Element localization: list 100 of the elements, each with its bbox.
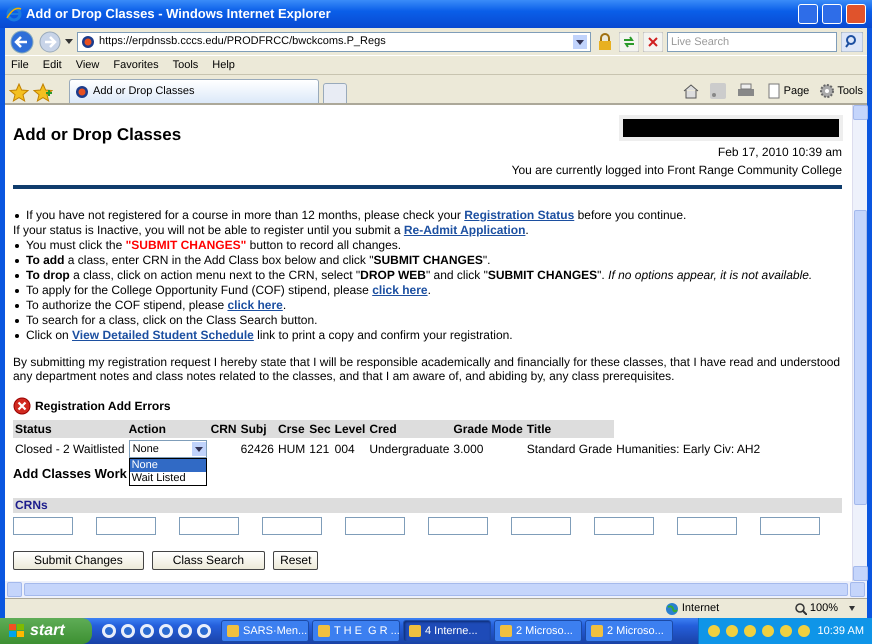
zoom-control[interactable]: 100% [794, 600, 867, 617]
crn-field[interactable] [179, 516, 239, 534]
refresh-icon[interactable] [619, 32, 639, 52]
app-icon [408, 624, 422, 638]
tray-icon[interactable] [742, 624, 757, 638]
horizontal-scrollbar[interactable] [5, 581, 867, 598]
windows-flag-icon [8, 623, 26, 639]
instruction-text: If your status is Inactive, you will not be able to register until you submit a Re-Admit Application. [13, 223, 529, 238]
new-tab-button[interactable] [323, 83, 347, 103]
favorites-star-icon[interactable] [9, 83, 29, 103]
instruction-text: You must click the "SUBMIT CHANGES" button to record all changes. [26, 238, 402, 253]
tray-icon[interactable] [796, 624, 811, 638]
app-icon [590, 624, 604, 638]
address-field[interactable]: https://erpdnssb.cccs.edu/PRODFRCC/bwckcoms.P_Regs [77, 32, 591, 52]
dropdown-caret-icon [849, 606, 855, 611]
stop-icon[interactable] [643, 32, 663, 52]
taskbar-button[interactable]: SARS·Men... [221, 620, 309, 642]
table-cell: Undergraduate [367, 438, 452, 460]
crn-field[interactable] [262, 516, 322, 534]
zoom-icon [794, 602, 807, 614]
crn-field[interactable] [428, 516, 488, 534]
taskbar-button[interactable]: T H E G R ... [312, 620, 400, 642]
tools-menu[interactable]: Tools [819, 82, 863, 100]
clock-text: 10:39 AM [818, 624, 864, 639]
table-cell: Closed - 2 Waitlisted [13, 438, 127, 460]
crn-field[interactable] [760, 516, 820, 534]
crn-field[interactable] [677, 516, 737, 534]
table-cell: 004 [332, 438, 368, 460]
gear-icon [819, 83, 836, 99]
add-favorite-icon[interactable] [33, 83, 53, 103]
section-heading: Add Classes Work [13, 465, 127, 483]
instruction-text: To search for a class, click on the Class Search button. [26, 313, 318, 328]
browser-tab[interactable]: Add or Drop Classes [69, 79, 319, 103]
dropdown-option[interactable]: Wait Listed [130, 472, 206, 485]
page-title: Add or Drop Classes [13, 125, 182, 146]
app-icon [499, 624, 513, 638]
dropdown-caret-icon[interactable] [573, 34, 587, 48]
text-link[interactable]: Re-Admit Application [404, 223, 526, 237]
column-header: Crse [276, 420, 308, 438]
crn-field[interactable] [511, 516, 571, 534]
text-link[interactable]: Registration Status [464, 208, 574, 222]
statement-text: By submitting my registration request I hereby state that I will be responsible academically and financially for these classes, that I have read and understood any department notes and class notes related to the classes, and that I am aware of, and abiding by, any class prerequisites. [13, 355, 842, 383]
page-icon [766, 83, 782, 99]
menu-item[interactable]: View [76, 56, 100, 74]
home-icon[interactable] [682, 83, 700, 99]
window-title: Add or Drop Classes - Windows Internet Explorer [26, 5, 332, 24]
instruction-text: If you have not registered for a course in more than 12 months, please check your Registration Status before you continue. [26, 208, 686, 223]
search-button[interactable]: Class Search [152, 550, 266, 570]
taskbar-button[interactable]: 2 Microso... [494, 620, 582, 642]
menu-item[interactable]: Tools [172, 56, 198, 74]
crn-field[interactable] [96, 516, 156, 534]
table-cell: Humanities: Early Civ: AH2 [614, 438, 762, 460]
column-header: Title [524, 420, 614, 438]
dropdown-caret-icon[interactable] [65, 38, 73, 44]
login-text: You are currently logged into Front Range Community College [512, 162, 842, 179]
submit-button[interactable]: Submit Changes [13, 550, 144, 570]
tray-icon[interactable] [760, 624, 775, 638]
column-header: Action [126, 420, 209, 438]
app-icon [317, 624, 331, 638]
instruction-text: To drop a class, click on action menu next to the CRN, select "DROP WEB" and click "SUBMIT CHANGES". If no options appear, it is not available. [26, 268, 812, 283]
column-header: Subj [238, 420, 276, 438]
menu-item[interactable]: Favorites [113, 56, 159, 74]
menu-item[interactable]: File [11, 56, 29, 74]
column-header: Level [332, 420, 368, 438]
column-header: Sec [307, 420, 333, 438]
crn-field[interactable] [594, 516, 654, 534]
text-link[interactable]: click here [372, 283, 428, 297]
tray-icon[interactable] [724, 624, 739, 638]
column-header: Status [13, 420, 127, 438]
taskbar-button[interactable]: 2 Microso... [585, 620, 673, 642]
back-icon[interactable] [9, 30, 35, 54]
text-link[interactable]: click here [227, 298, 283, 312]
minimize-button[interactable] [798, 4, 818, 24]
instruction-text: To add a class, enter CRN in the Add Class box below and click "SUBMIT CHANGES". [26, 253, 490, 268]
instruction-text: To authorize the COF stipend, please click here. [26, 298, 286, 313]
menu-item[interactable]: Edit [42, 56, 62, 74]
vertical-scrollbar[interactable] [852, 105, 867, 581]
table-cell: Standard Grade [524, 438, 614, 460]
table-cell: 121 [307, 438, 333, 460]
instruction-text: To apply for the College Opportunity Fund (COF) stipend, please click here. [26, 283, 431, 298]
instruction-text: Click on View Detailed Student Schedule link to print a copy and confirm your registration. [26, 328, 513, 343]
text-link[interactable]: View Detailed Student Schedule [72, 328, 254, 342]
reset-button[interactable]: Reset [273, 550, 318, 570]
page-menu[interactable]: Page [766, 82, 810, 100]
maximize-button[interactable] [822, 4, 842, 24]
search-field[interactable]: Live Search [667, 32, 837, 52]
zone-indicator: Internet [664, 600, 795, 617]
close-button[interactable] [846, 4, 866, 24]
crn-field[interactable] [345, 516, 405, 534]
action-dropdown[interactable]: None [128, 440, 207, 458]
search-icon[interactable] [841, 32, 863, 52]
tray-icon[interactable] [706, 624, 721, 638]
dropdown-option[interactable]: None [130, 459, 206, 472]
crn-field[interactable] [13, 516, 73, 534]
printer-icon[interactable] [736, 83, 756, 99]
dropdown-caret-icon [192, 442, 206, 456]
menu-item[interactable]: Help [212, 56, 235, 74]
column-header: Grade Mode [451, 420, 525, 438]
app-icon [226, 624, 240, 638]
taskbar-button[interactable]: 4 Interne... [403, 620, 491, 642]
